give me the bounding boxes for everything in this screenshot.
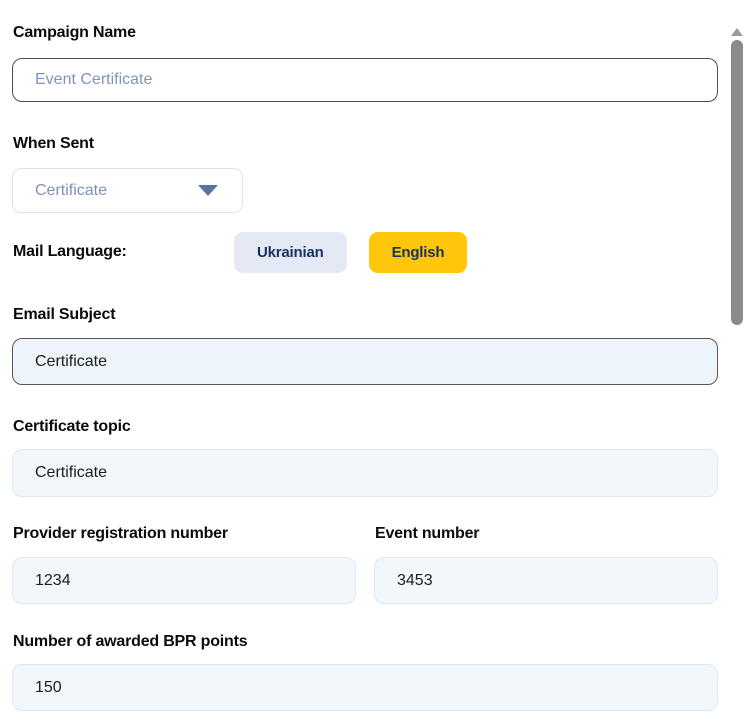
when-sent-label: When Sent (12, 135, 718, 153)
when-sent-group: When Sent Certificate (12, 135, 718, 213)
when-sent-dropdown[interactable]: Certificate (12, 168, 243, 213)
certificate-topic-input[interactable] (12, 449, 718, 497)
language-button-ukrainian[interactable]: Ukrainian (234, 232, 347, 273)
vertical-scrollbar[interactable] (719, 0, 753, 721)
certificate-topic-group: Certificate topic (12, 418, 718, 497)
language-button-english[interactable]: English (369, 232, 468, 273)
campaign-name-group: Campaign Name (12, 24, 718, 102)
bpr-points-label: Number of awarded BPR points (12, 633, 718, 651)
event-number-group: Event number (374, 525, 718, 604)
campaign-name-label: Campaign Name (12, 24, 718, 42)
bpr-points-input[interactable] (12, 664, 718, 711)
scroll-up-arrow-icon[interactable] (731, 28, 743, 36)
email-subject-label: Email Subject (12, 306, 718, 324)
scrollbar-thumb[interactable] (731, 40, 743, 325)
mail-language-group: Mail Language: Ukrainian English (12, 231, 718, 273)
numbers-row: Provider registration number Event numbe… (12, 525, 718, 604)
campaign-form-page: Campaign Name When Sent Certificate Mail… (0, 0, 753, 721)
when-sent-selected-value: Certificate (35, 182, 198, 200)
email-subject-input[interactable] (12, 338, 718, 385)
provider-registration-number-group: Provider registration number (12, 525, 356, 604)
provider-registration-number-input[interactable] (12, 557, 356, 604)
mail-language-label: Mail Language: (12, 243, 234, 261)
campaign-form: Campaign Name When Sent Certificate Mail… (12, 24, 718, 711)
event-number-input[interactable] (374, 557, 718, 604)
certificate-topic-label: Certificate topic (12, 418, 718, 436)
event-number-label: Event number (374, 525, 718, 543)
email-subject-group: Email Subject (12, 306, 718, 385)
provider-registration-number-label: Provider registration number (12, 525, 356, 543)
bpr-points-group: Number of awarded BPR points (12, 633, 718, 711)
chevron-down-icon (198, 185, 218, 196)
campaign-name-input[interactable] (12, 58, 718, 102)
